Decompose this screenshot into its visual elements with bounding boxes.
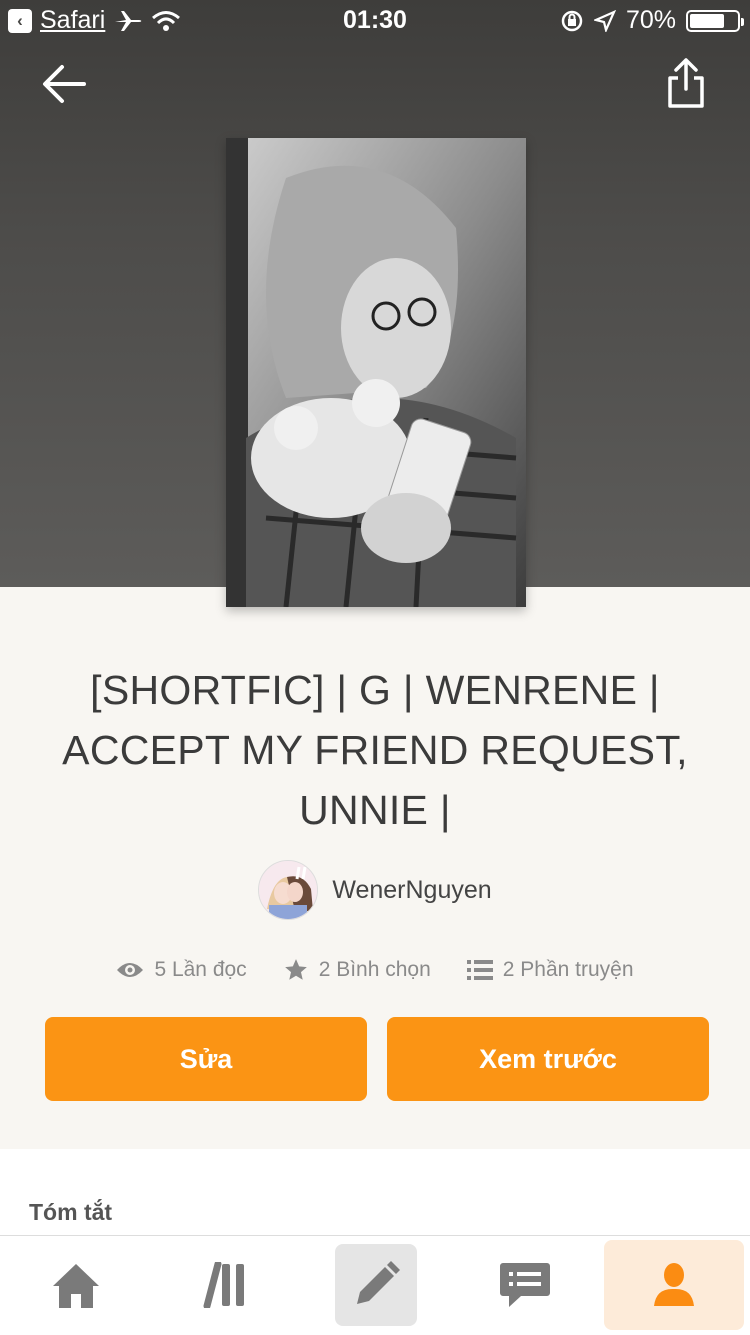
story-stats: 5 Lần đọc 2 Bình chọn 2 Phần truyện [0, 950, 750, 990]
tab-library[interactable] [185, 1244, 267, 1326]
messages-icon [500, 1263, 550, 1307]
reads-count: 5 Lần đọc [154, 958, 247, 981]
share-button[interactable] [664, 56, 708, 110]
library-icon [203, 1262, 244, 1308]
list-icon [466, 960, 493, 980]
pencil-icon [357, 1261, 400, 1304]
profile-icon [654, 1263, 694, 1306]
summary-section: Tóm tắt [0, 1149, 750, 1249]
tab-home[interactable] [35, 1244, 117, 1326]
tab-write[interactable] [335, 1244, 417, 1326]
author-row[interactable]: WenerNguyen [0, 860, 750, 920]
location-icon [593, 9, 616, 32]
status-bar: ‹ Safari 01:30 70% [0, 0, 750, 40]
reads-stat: 5 Lần đọc [116, 958, 247, 982]
votes-count: 2 Bình chọn [318, 958, 431, 981]
story-title: [SHORTFIC] | G | WENRENE | ACCEPT MY FRI… [62, 667, 688, 833]
tab-profile[interactable] [604, 1240, 744, 1330]
author-name[interactable]: WenerNguyen [332, 876, 491, 905]
preview-button[interactable]: Xem trước [387, 1017, 709, 1101]
battery-icon [686, 9, 744, 32]
back-button[interactable] [40, 62, 88, 106]
share-icon [668, 58, 704, 108]
edit-button[interactable]: Sửa [45, 1017, 367, 1101]
eye-icon [117, 963, 144, 977]
home-icon [53, 1264, 99, 1308]
arrow-left-icon [43, 65, 86, 103]
battery-percent: 70% [625, 6, 676, 34]
votes-stat: 2 Bình chọn [283, 957, 431, 983]
story-cover-image [226, 138, 526, 607]
avatar[interactable] [258, 860, 319, 920]
parts-stat: 2 Phần truyện [466, 958, 634, 982]
star-icon [284, 959, 307, 980]
summary-heading: Tóm tắt [29, 1199, 113, 1225]
parts-count: 2 Phần truyện [502, 958, 634, 981]
orientation-lock-icon [561, 10, 583, 31]
bottom-tab-bar [0, 1235, 750, 1335]
tab-messages[interactable] [484, 1244, 566, 1326]
